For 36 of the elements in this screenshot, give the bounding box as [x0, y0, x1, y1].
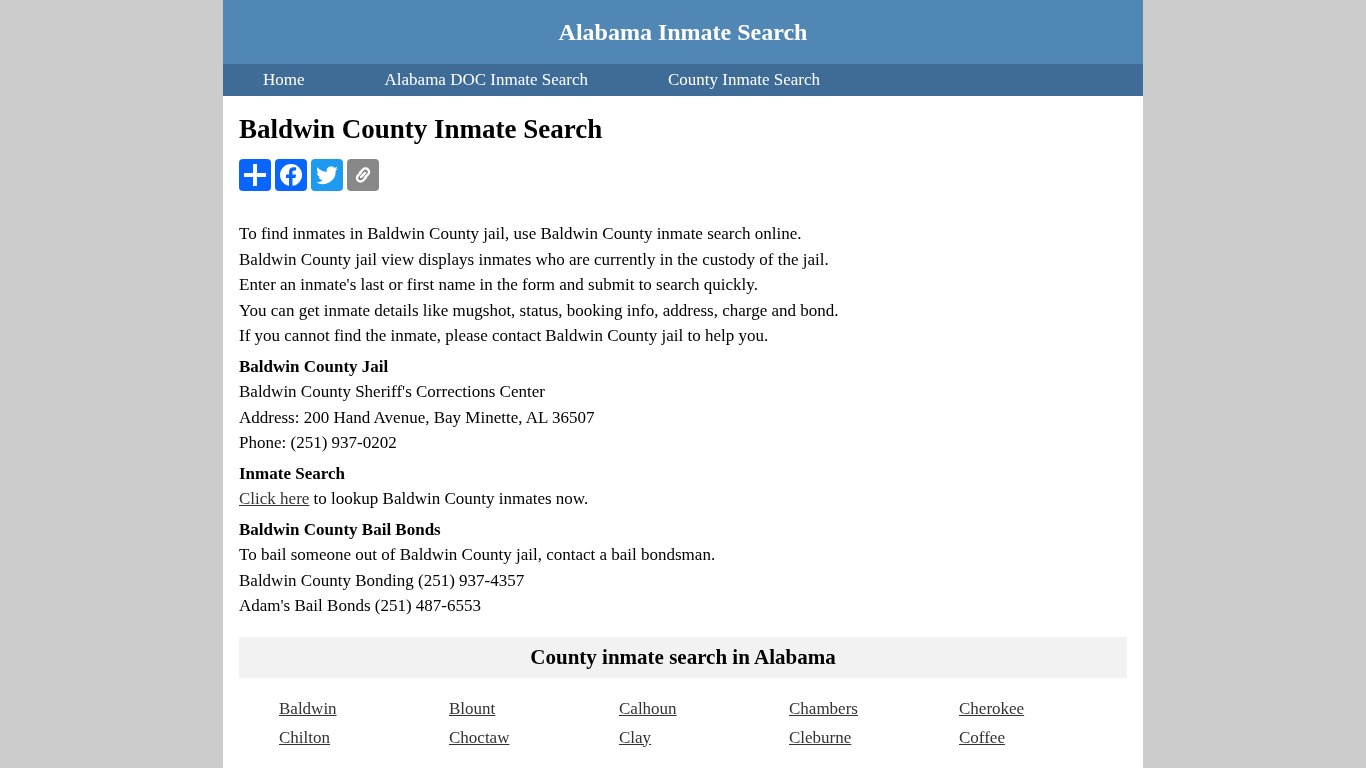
intro-text: Enter an inmate's last or first name in the form and submit to search quickly. [239, 274, 759, 296]
info-text: Baldwin County Sheriff's Corrections Center [239, 381, 546, 403]
county-link[interactable]: Coffee [959, 724, 1005, 750]
section-heading: Baldwin County Bail Bonds [239, 518, 442, 541]
intro-text: If you cannot find the inmate, please contact Baldwin County jail to help you. [239, 325, 770, 347]
nav-link[interactable]: Alabama DOC Inmate Search [384, 70, 588, 90]
click-here-link[interactable]: Click here [239, 489, 310, 508]
info-text: Phone: (251) 937-0202 [239, 432, 398, 454]
county-link[interactable]: Blount [449, 695, 496, 721]
intro-text: Baldwin County jail view displays inmates who are currently in the custody of the jail. [239, 248, 830, 271]
section-heading: Baldwin County Jail [239, 355, 390, 378]
intro-text: To find inmates in Baldwin County jail, use Baldwin County inmate search online. [239, 223, 803, 245]
section-heading: Inmate Search [239, 462, 346, 485]
county-link[interactable]: Calhoun [619, 695, 677, 721]
county-link[interactable]: Baldwin [279, 695, 337, 721]
intro-text: You can get inmate details like mugshot, status, booking info, address, charge and bond. [239, 299, 840, 322]
twitter-button[interactable] [311, 159, 343, 191]
county-link[interactable]: Cleburne [789, 724, 852, 750]
nav-link[interactable]: Home [263, 70, 305, 90]
site-title: Alabama Inmate Search [558, 18, 808, 46]
nav-link[interactable]: County Inmate Search [668, 70, 820, 90]
share-button[interactable] [239, 159, 271, 191]
info-text: Address: 200 Hand Avenue, Bay Minette, AL 36507 [239, 406, 596, 429]
copy-link-button[interactable] [347, 159, 379, 191]
info-text: Click here to lookup Baldwin County inmates now. [239, 488, 590, 510]
county-link[interactable]: Chilton [279, 724, 330, 750]
county-link[interactable]: Choctaw [449, 724, 510, 750]
info-text: Baldwin County Bonding (251) 937-4357 [239, 569, 526, 592]
facebook-button[interactable] [275, 159, 307, 191]
info-text: Adam's Bail Bonds (251) 487-6553 [239, 595, 482, 617]
county-link[interactable]: Clay [619, 724, 652, 750]
county-link[interactable]: Chambers [789, 695, 858, 721]
page-title: Baldwin County Inmate Search [239, 114, 604, 145]
county-box-title: County inmate search in Alabama [239, 636, 1127, 678]
county-link[interactable]: Cherokee [959, 695, 1025, 721]
info-text: To bail someone out of Baldwin County jail, contact a bail bondsman. [239, 544, 717, 566]
